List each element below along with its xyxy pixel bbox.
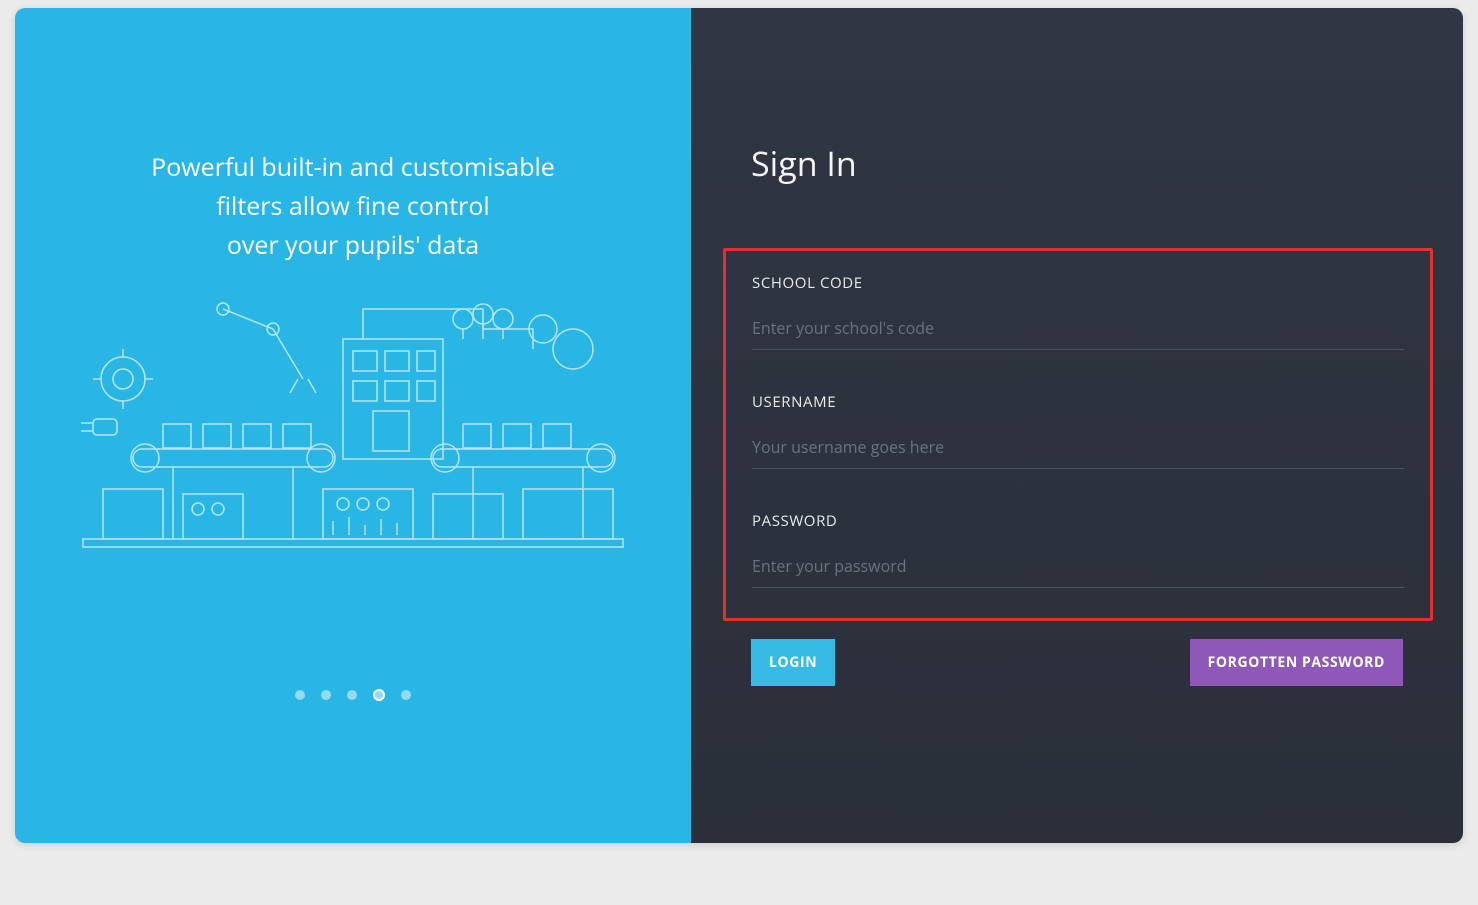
password-group: PASSWORD [752,511,1404,588]
username-label: USERNAME [752,392,1404,412]
promo-text: Powerful built-in and customisable filte… [151,148,555,264]
login-container: Powerful built-in and customisable filte… [15,8,1463,843]
carousel-dot-2[interactable] [347,690,357,700]
carousel-dot-3[interactable] [373,689,385,701]
login-button[interactable]: LOGIN [751,639,835,686]
carousel-dot-0[interactable] [295,690,305,700]
carousel-dot-4[interactable] [401,690,411,700]
school-code-group: SCHOOL CODE [752,273,1404,350]
school-code-label: SCHOOL CODE [752,273,1404,293]
promo-line-3: over your pupils' data [227,228,479,262]
forgotten-password-button[interactable]: FORGOTTEN PASSWORD [1190,639,1403,686]
password-input[interactable] [752,549,1404,588]
username-input[interactable] [752,430,1404,469]
school-code-input[interactable] [752,311,1404,350]
promo-line-2: filters allow fine control [216,189,489,223]
password-label: PASSWORD [752,511,1404,531]
promo-panel: Powerful built-in and customisable filte… [15,8,691,843]
carousel-dot-1[interactable] [321,690,331,700]
signin-panel: Sign In SCHOOL CODE USERNAME PASSWORD LO… [691,8,1463,843]
username-group: USERNAME [752,392,1404,469]
promo-illustration [73,284,633,594]
signin-form-highlight: SCHOOL CODE USERNAME PASSWORD [723,248,1433,621]
promo-line-1: Powerful built-in and customisable [151,150,555,184]
signin-title: Sign In [751,140,1403,186]
carousel-dots [295,690,411,701]
button-row: LOGIN FORGOTTEN PASSWORD [751,639,1403,686]
